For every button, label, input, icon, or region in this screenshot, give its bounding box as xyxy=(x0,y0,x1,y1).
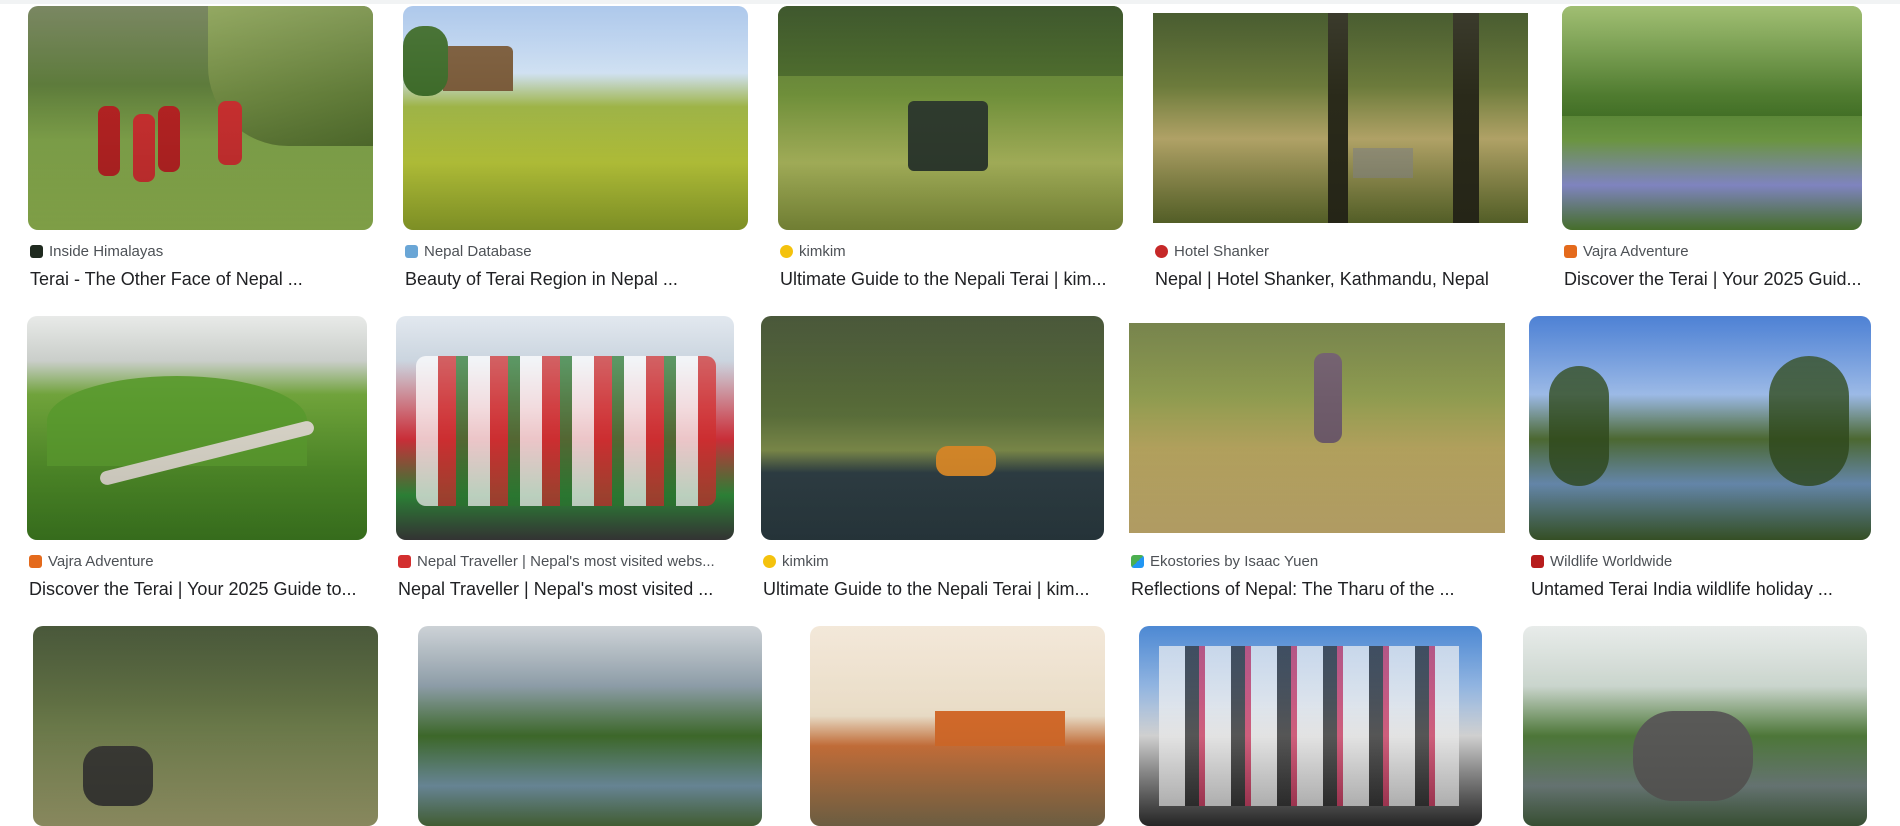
result-title[interactable]: Nepal Traveller | Nepal's most visited .… xyxy=(398,578,734,600)
result-image-tea-hills[interactable] xyxy=(27,316,367,540)
result-source[interactable]: Vajra Adventure xyxy=(1564,243,1862,261)
vajra-adventure-favicon xyxy=(29,555,42,568)
result-image-temple-ruins[interactable] xyxy=(810,626,1105,826)
image-tree-shape xyxy=(208,6,373,146)
image-jeep-shape xyxy=(908,101,988,171)
image-tiger-shape xyxy=(936,446,996,476)
inside-himalayas-favicon xyxy=(30,245,43,258)
result-image-elephant-in-water[interactable] xyxy=(1523,626,1867,826)
image-figure-shape xyxy=(133,114,155,182)
result-source[interactable]: Vajra Adventure xyxy=(29,553,367,571)
result-card[interactable] xyxy=(1139,626,1482,826)
result-card[interactable]: Hotel Shanker Nepal | Hotel Shanker, Kat… xyxy=(1153,6,1528,296)
source-name: Nepal Traveller | Nepal's most visited w… xyxy=(417,553,715,570)
source-name: Wildlife Worldwide xyxy=(1550,553,1673,570)
result-card[interactable] xyxy=(33,626,378,826)
image-figure-shape xyxy=(218,101,242,165)
image-building-shape xyxy=(935,711,1065,746)
result-title[interactable]: Ultimate Guide to the Nepali Terai | kim… xyxy=(780,268,1120,290)
result-card[interactable]: Ekostories by Isaac Yuen Reflections of … xyxy=(1129,316,1507,606)
image-person-shape xyxy=(1314,353,1342,443)
image-elephant-shape xyxy=(83,746,153,806)
source-name: Ekostories by Isaac Yuen xyxy=(1150,553,1319,570)
source-name: Vajra Adventure xyxy=(1583,243,1689,260)
result-title[interactable]: Discover the Terai | Your 2025 Guid... xyxy=(1564,268,1862,290)
image-tree-shape xyxy=(1769,356,1849,486)
source-name: kimkim xyxy=(799,243,846,260)
result-card[interactable]: kimkim Ultimate Guide to the Nepali Tera… xyxy=(761,316,1104,606)
result-image-misty-forest[interactable] xyxy=(1153,13,1528,223)
result-title[interactable]: Reflections of Nepal: The Tharu of the .… xyxy=(1131,578,1507,600)
result-title[interactable]: Untamed Terai India wildlife holiday ... xyxy=(1531,578,1871,600)
image-hill-shape xyxy=(47,376,307,466)
result-image-rice-field-hut[interactable] xyxy=(403,6,748,230)
source-name: Hotel Shanker xyxy=(1174,243,1270,260)
image-tent-shape xyxy=(1353,148,1413,178)
image-palm-shape xyxy=(403,26,448,96)
image-hut-shape xyxy=(443,46,513,91)
result-card[interactable]: Vajra Adventure Discover the Terai | You… xyxy=(1562,6,1862,296)
result-source[interactable]: Hotel Shanker xyxy=(1155,243,1525,261)
image-tree-shape xyxy=(1549,366,1609,486)
vajra-adventure-favicon xyxy=(1564,245,1577,258)
image-trunk-shape xyxy=(1453,13,1479,223)
result-card[interactable] xyxy=(418,626,762,826)
result-image-women-in-costume[interactable] xyxy=(396,316,734,540)
source-name: Nepal Database xyxy=(424,243,532,260)
result-image-tiger-in-river[interactable] xyxy=(761,316,1104,540)
source-name: Inside Himalayas xyxy=(49,243,164,260)
image-group-shape xyxy=(416,356,716,506)
image-elephant-shape xyxy=(1633,711,1753,801)
result-title[interactable]: Beauty of Terai Region in Nepal ... xyxy=(405,268,745,290)
result-card[interactable] xyxy=(1523,626,1867,826)
wildlife-worldwide-favicon xyxy=(1531,555,1544,568)
image-trees-shape xyxy=(778,6,1123,76)
image-figure-shape xyxy=(98,106,120,176)
result-card[interactable]: Vajra Adventure Discover the Terai | You… xyxy=(27,316,367,606)
result-title[interactable]: Nepal | Hotel Shanker, Kathmandu, Nepal xyxy=(1155,268,1525,290)
result-image-lake-trees[interactable] xyxy=(418,626,762,826)
image-group-shape xyxy=(1159,646,1459,806)
result-title[interactable]: Terai - The Other Face of Nepal ... xyxy=(30,268,370,290)
result-source[interactable]: Nepal Database xyxy=(405,243,745,261)
result-source[interactable]: Ekostories by Isaac Yuen xyxy=(1131,553,1507,571)
result-source[interactable]: kimkim xyxy=(763,553,1103,571)
kimkim-favicon xyxy=(780,245,793,258)
result-card[interactable] xyxy=(810,626,1105,826)
image-trees-shape xyxy=(1562,6,1862,116)
ekostories-favicon xyxy=(1131,555,1144,568)
result-image-dancers-in-field[interactable] xyxy=(28,6,373,230)
result-card[interactable]: kimkim Ultimate Guide to the Nepali Tera… xyxy=(778,6,1123,296)
result-card[interactable]: Inside Himalayas Terai - The Other Face … xyxy=(28,6,373,296)
image-trunk-shape xyxy=(1328,13,1348,223)
result-source[interactable]: Nepal Traveller | Nepal's most visited w… xyxy=(398,553,734,571)
result-image-woman-in-field[interactable] xyxy=(1129,323,1505,533)
top-divider xyxy=(0,0,1900,4)
image-road-shape xyxy=(98,419,316,487)
result-card[interactable]: Wildlife Worldwide Untamed Terai India w… xyxy=(1529,316,1871,606)
result-card[interactable]: Nepal Database Beauty of Terai Region in… xyxy=(403,6,748,296)
image-figure-shape xyxy=(158,106,180,172)
nepal-traveller-favicon xyxy=(398,555,411,568)
result-image-forest-meadow[interactable] xyxy=(1562,6,1862,230)
result-source[interactable]: Wildlife Worldwide xyxy=(1531,553,1871,571)
result-image-women-with-pots[interactable] xyxy=(1139,626,1482,826)
result-card[interactable]: Nepal Traveller | Nepal's most visited w… xyxy=(396,316,734,606)
result-source[interactable]: Inside Himalayas xyxy=(30,243,370,261)
nepal-database-favicon xyxy=(405,245,418,258)
result-image-jeep-in-forest[interactable] xyxy=(778,6,1123,230)
result-source[interactable]: kimkim xyxy=(780,243,1120,261)
result-image-elephants-in-forest[interactable] xyxy=(33,626,378,826)
result-title[interactable]: Ultimate Guide to the Nepali Terai | kim… xyxy=(763,578,1103,600)
source-name: Vajra Adventure xyxy=(48,553,154,570)
source-name: kimkim xyxy=(782,553,829,570)
result-image-wetland-forest[interactable] xyxy=(1529,316,1871,540)
hotel-shanker-favicon xyxy=(1155,245,1168,258)
result-title[interactable]: Discover the Terai | Your 2025 Guide to.… xyxy=(29,578,367,600)
kimkim-favicon xyxy=(763,555,776,568)
